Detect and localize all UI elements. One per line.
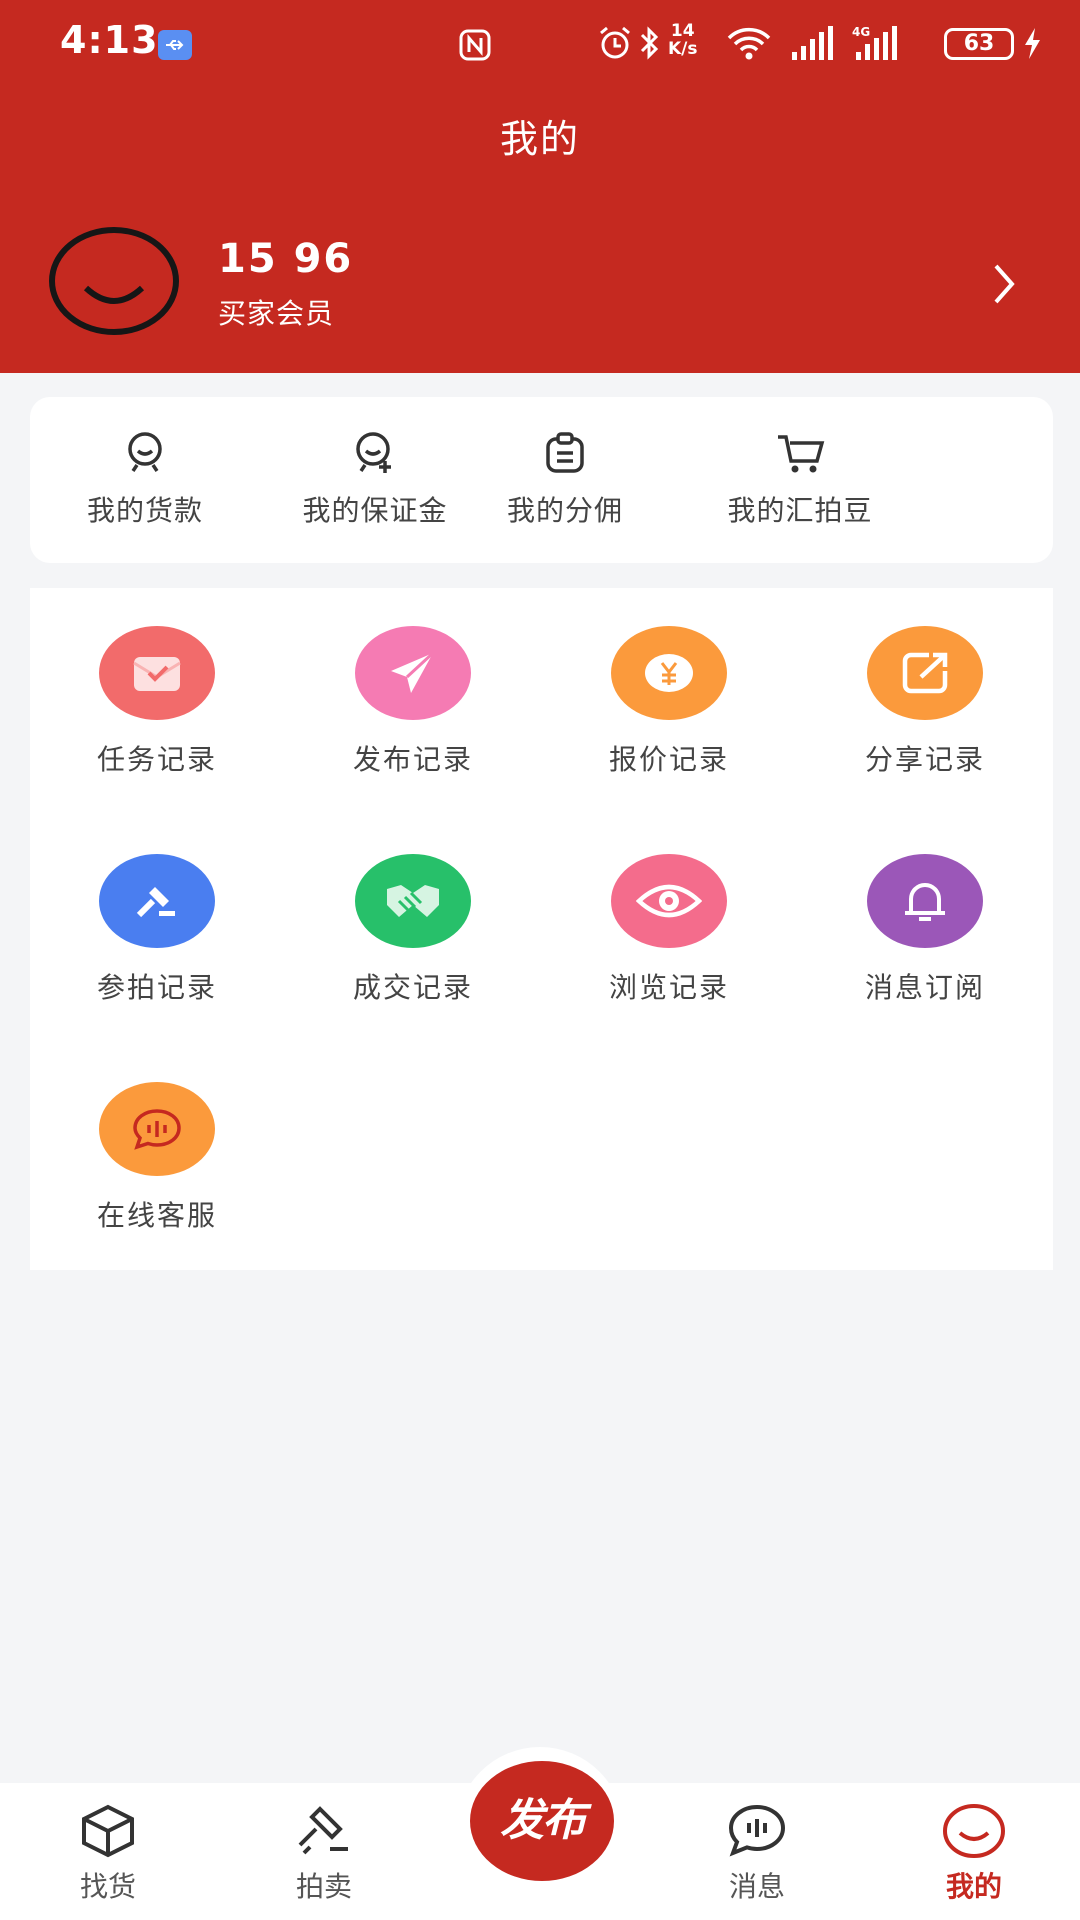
tab-auction[interactable]: 拍卖: [264, 1803, 384, 1905]
smile-icon: [943, 1804, 1005, 1858]
status-time: 4:13: [60, 18, 159, 62]
net-speed: 14 K/s: [668, 21, 698, 59]
charging-icon: [1025, 28, 1040, 59]
grid-label: 报价记录: [608, 743, 729, 776]
signal-icon: [792, 26, 833, 60]
grid-icon-circle: [99, 626, 215, 720]
grid-icon-circle: [611, 854, 727, 948]
grid-icon-circle: [99, 1082, 215, 1176]
tab-find-goods[interactable]: 找货: [48, 1803, 168, 1905]
grid-item-task-records[interactable]: 任务记录: [57, 626, 257, 786]
wallet-label: 我的货款: [86, 494, 203, 527]
status-bar: 4:13 14 K/s 4G 63: [0, 0, 1080, 88]
records-grid: 任务记录 发布记录 报价记录 分享记录 参拍记录 成交记录 浏览记录 消息订阅 …: [30, 588, 1053, 1270]
yen-coin-icon: [645, 654, 693, 692]
grid-icon-circle: [867, 854, 983, 948]
tab-label: 我的: [945, 1870, 1002, 1903]
wifi-icon: [727, 27, 771, 60]
grid-label: 消息订阅: [864, 971, 985, 1004]
smile-face-icon: [128, 432, 162, 472]
tab-label: 拍卖: [295, 1870, 352, 1903]
grid-icon-circle: [355, 854, 471, 948]
phone-number: 15 96: [218, 236, 354, 282]
grid-item-share-records[interactable]: 分享记录: [825, 626, 1025, 786]
wallet-label: 我的汇拍豆: [727, 494, 873, 527]
grid-label: 成交记录: [352, 971, 473, 1004]
signal-4g-icon: 4G: [852, 25, 897, 60]
chat-bubble-icon: [728, 1804, 786, 1857]
grid-item-online-service[interactable]: 在线客服: [57, 1082, 257, 1242]
grid-item-bid-records[interactable]: 参拍记录: [57, 854, 257, 1014]
bluetooth-icon: [640, 26, 659, 60]
grid-label: 浏览记录: [608, 971, 729, 1004]
usb-icon: [158, 30, 192, 60]
clipboard-icon: [546, 432, 584, 473]
header: 4:13 14 K/s 4G 63 我的 15 96 买家会员: [0, 0, 1080, 373]
publish-button[interactable]: 发布: [470, 1761, 614, 1881]
grid-icon-circle: [355, 626, 471, 720]
tab-label: 找货: [79, 1870, 136, 1903]
grid-label: 参拍记录: [96, 971, 217, 1004]
chevron-right-icon[interactable]: [992, 262, 1016, 306]
wallet-item-goods-payment[interactable]: 我的货款: [30, 431, 260, 541]
avatar[interactable]: [48, 226, 180, 336]
cube-icon: [82, 1804, 134, 1858]
svg-text:4G: 4G: [852, 25, 870, 39]
grid-label: 在线客服: [96, 1199, 217, 1232]
wallet-label: 我的分佣: [506, 494, 623, 527]
wallet-item-commission[interactable]: 我的分佣: [450, 431, 680, 541]
tab-bar: 找货 拍卖 发布 消息 我的: [0, 1747, 1080, 1920]
tab-mine[interactable]: 我的: [914, 1803, 1034, 1905]
tab-label: 消息: [728, 1870, 785, 1903]
grid-item-deal-records[interactable]: 成交记录: [313, 854, 513, 1014]
grid-item-browse-records[interactable]: 浏览记录: [569, 854, 769, 1014]
member-type: 买家会员: [218, 297, 335, 330]
task-icon: [133, 657, 181, 691]
chat-icon: [133, 1109, 181, 1150]
battery-indicator: 63: [944, 28, 1014, 60]
grid-icon-circle: [867, 626, 983, 720]
alarm-icon: [600, 26, 630, 59]
send-icon: [391, 651, 435, 693]
wallet-card: 我的货款 我的保证金 我的分佣 我的汇拍豆: [30, 397, 1053, 563]
cart-icon: [778, 435, 825, 473]
grid-label: 任务记录: [96, 743, 217, 776]
handshake-icon: [387, 885, 439, 917]
eye-icon: [636, 884, 702, 918]
grid-item-message-subscribe[interactable]: 消息订阅: [825, 854, 1025, 1014]
grid-icon-circle: [99, 854, 215, 948]
gavel-icon: [136, 887, 175, 918]
hammer-icon: [298, 1806, 348, 1855]
page-title: 我的: [499, 117, 580, 161]
profile-row[interactable]: 15 96 买家会员: [48, 226, 1048, 346]
wallet-item-beans[interactable]: 我的汇拍豆: [685, 431, 915, 541]
grid-item-quote-records[interactable]: 报价记录: [569, 626, 769, 786]
grid-item-publish-records[interactable]: 发布记录: [313, 626, 513, 786]
user-add-icon: [356, 432, 391, 473]
nfc-icon: [459, 29, 491, 61]
share-icon: [902, 652, 948, 694]
grid-label: 分享记录: [864, 743, 985, 776]
grid-label: 发布记录: [352, 743, 473, 776]
tab-messages[interactable]: 消息: [697, 1803, 817, 1905]
grid-icon-circle: [611, 626, 727, 720]
bell-icon: [905, 883, 945, 921]
